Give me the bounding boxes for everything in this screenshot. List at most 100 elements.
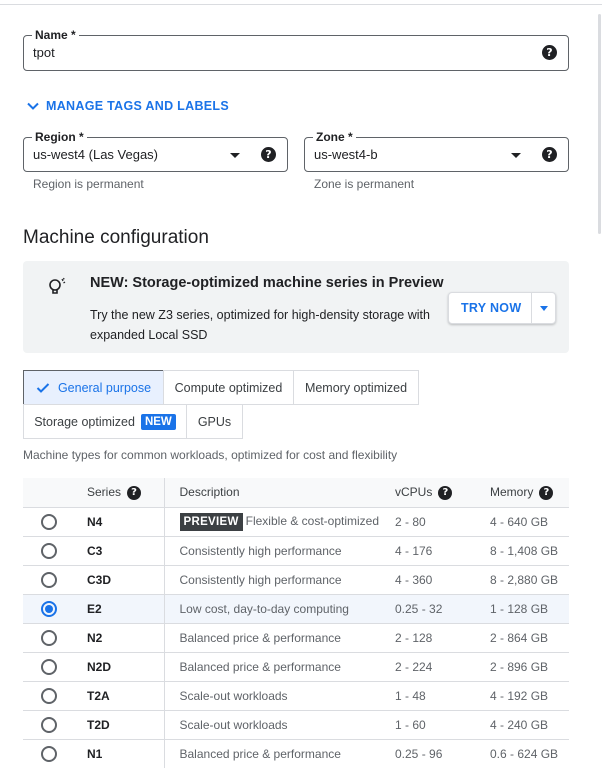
region-value: us-west4 (Las Vegas) xyxy=(33,147,159,162)
name-value[interactable]: tpot xyxy=(33,45,55,60)
tab-memory-optimized[interactable]: Memory optimized xyxy=(293,370,419,405)
series-description: Scale-out workloads xyxy=(163,681,395,711)
series-memory: 4 - 240 GB xyxy=(490,710,569,740)
radio-button[interactable] xyxy=(41,542,57,559)
table-row[interactable]: N1 Balanced price & performance 0.25 - 9… xyxy=(23,739,569,768)
tab-label: Memory optimized xyxy=(304,380,408,395)
table-row-selected[interactable]: E2 Low cost, day-to-day computing 0.25 -… xyxy=(23,594,569,624)
tab-gpus[interactable]: GPUs xyxy=(186,404,243,439)
radio-button[interactable] xyxy=(41,658,57,675)
description-text: Flexible & cost-optimized xyxy=(245,513,380,528)
series-memory: 4 - 640 GB xyxy=(490,507,569,537)
series-memory: 1 - 128 GB xyxy=(490,594,569,624)
dropdown-arrow-icon xyxy=(230,153,240,158)
header-label: Description xyxy=(179,485,240,500)
series-description: Balanced price & performance xyxy=(163,652,395,682)
radio-button[interactable] xyxy=(41,745,57,762)
zone-select[interactable]: Zone * us-west4-b ? xyxy=(304,129,569,172)
tab-label: General purpose xyxy=(57,380,152,395)
series-description: Consistently high performance xyxy=(163,536,395,566)
table-row[interactable]: C3 Consistently high performance 4 - 176… xyxy=(23,536,569,566)
chevron-down-icon xyxy=(27,102,39,110)
try-now-button[interactable]: TRY NOW xyxy=(448,292,556,324)
zone-hint: Zone is permanent xyxy=(314,177,415,191)
series-name: N4 xyxy=(83,507,164,537)
header-vcpus: vCPUs? xyxy=(395,478,490,508)
series-memory: 8 - 1,408 GB xyxy=(490,536,569,566)
series-memory: 4 - 192 GB xyxy=(490,681,569,711)
table-row[interactable]: N4 PREVIEW Flexible & cost-optimized 2 - … xyxy=(23,507,569,537)
help-icon[interactable]: ? xyxy=(539,485,554,500)
header-description: Description xyxy=(163,478,395,508)
tab-label: Compute optimized xyxy=(174,380,283,395)
preview-banner: NEW: Storage-optimized machine series in… xyxy=(23,261,569,353)
tab-general-purpose[interactable]: General purpose xyxy=(23,370,164,405)
radio-button[interactable] xyxy=(41,629,57,646)
series-vcpus: 2 - 224 xyxy=(395,652,490,682)
top-divider xyxy=(0,4,602,5)
series-name: T2D xyxy=(83,710,164,740)
table-row[interactable]: C3D Consistently high performance 4 - 36… xyxy=(23,565,569,595)
series-vcpus: 2 - 80 xyxy=(395,507,490,537)
tab-compute-optimized[interactable]: Compute optimized xyxy=(163,370,294,405)
series-name: T2A xyxy=(83,681,164,711)
help-icon[interactable]: ? xyxy=(542,45,557,60)
header-radio xyxy=(23,478,83,508)
button-divider xyxy=(531,293,532,323)
preview-badge: PREVIEW xyxy=(179,512,243,531)
series-name: C3 xyxy=(83,536,164,566)
name-field[interactable]: Name * tpot ? xyxy=(23,27,569,71)
radio-button-selected[interactable] xyxy=(41,600,57,617)
radio-button[interactable] xyxy=(41,571,57,588)
series-vcpus: 2 - 128 xyxy=(395,623,490,653)
dropdown-arrow-icon xyxy=(511,153,521,158)
series-memory: 8 - 2,880 GB xyxy=(490,565,569,595)
tab-label: GPUs xyxy=(197,414,232,429)
banner-description: Try the new Z3 series, optimized for hig… xyxy=(90,308,430,342)
help-icon[interactable]: ? xyxy=(438,485,453,500)
series-vcpus: 0.25 - 32 xyxy=(395,594,490,624)
lightbulb-icon xyxy=(49,277,66,294)
radio-button[interactable] xyxy=(41,513,57,530)
help-icon[interactable]: ? xyxy=(261,147,276,162)
scrollbar[interactable] xyxy=(596,0,602,240)
region-select[interactable]: Region * us-west4 (Las Vegas) ? xyxy=(23,129,288,172)
series-description: Balanced price & performance xyxy=(163,623,395,653)
header-label: Series xyxy=(87,484,122,499)
check-icon xyxy=(36,382,50,393)
tab-caption: Machine types for common workloads, opti… xyxy=(23,448,398,462)
table-header-row: Series? Description vCPUs? Memory? xyxy=(23,478,569,508)
region-label: Region * xyxy=(32,129,87,145)
banner-title: NEW: Storage-optimized machine series in… xyxy=(90,275,444,291)
series-vcpus: 4 - 176 xyxy=(395,536,490,566)
new-badge: NEW xyxy=(140,413,176,430)
series-table: Series? Description vCPUs? Memory? N4 PR… xyxy=(23,478,569,768)
zone-label: Zone * xyxy=(313,129,356,145)
series-vcpus: 4 - 360 xyxy=(395,565,490,595)
tab-label: Storage optimized xyxy=(34,414,135,429)
table-row[interactable]: T2A Scale-out workloads 1 - 48 4 - 192 G… xyxy=(23,681,569,711)
name-label: Name * xyxy=(32,27,79,43)
series-memory: 2 - 896 GB xyxy=(490,652,569,682)
series-memory: 0.6 - 624 GB xyxy=(490,739,569,768)
try-now-label: TRY NOW xyxy=(461,301,522,315)
table-row[interactable]: N2 Balanced price & performance 2 - 128 … xyxy=(23,623,569,653)
series-vcpus: 0.25 - 96 xyxy=(395,739,490,768)
manage-tags-button[interactable]: MANAGE TAGS AND LABELS xyxy=(26,99,229,113)
series-description: PREVIEW Flexible & cost-optimized xyxy=(163,507,395,537)
series-memory: 2 - 864 GB xyxy=(490,623,569,653)
scrollbar-thumb[interactable] xyxy=(598,14,601,234)
radio-button[interactable] xyxy=(41,716,57,733)
dropdown-arrow-icon[interactable] xyxy=(540,306,548,311)
tab-storage-optimized[interactable]: Storage optimized NEW xyxy=(23,404,187,439)
header-label: Memory xyxy=(490,484,534,499)
section-title: Machine configuration xyxy=(23,227,209,248)
help-icon[interactable]: ? xyxy=(542,147,557,162)
table-row[interactable]: T2D Scale-out workloads 1 - 60 4 - 240 G… xyxy=(23,710,569,740)
table-row[interactable]: N2D Balanced price & performance 2 - 224… xyxy=(23,652,569,682)
series-description: Balanced price & performance xyxy=(163,739,395,768)
series-vcpus: 1 - 60 xyxy=(395,710,490,740)
help-icon[interactable]: ? xyxy=(127,485,142,500)
radio-button[interactable] xyxy=(41,687,57,704)
series-name: C3D xyxy=(83,565,164,595)
